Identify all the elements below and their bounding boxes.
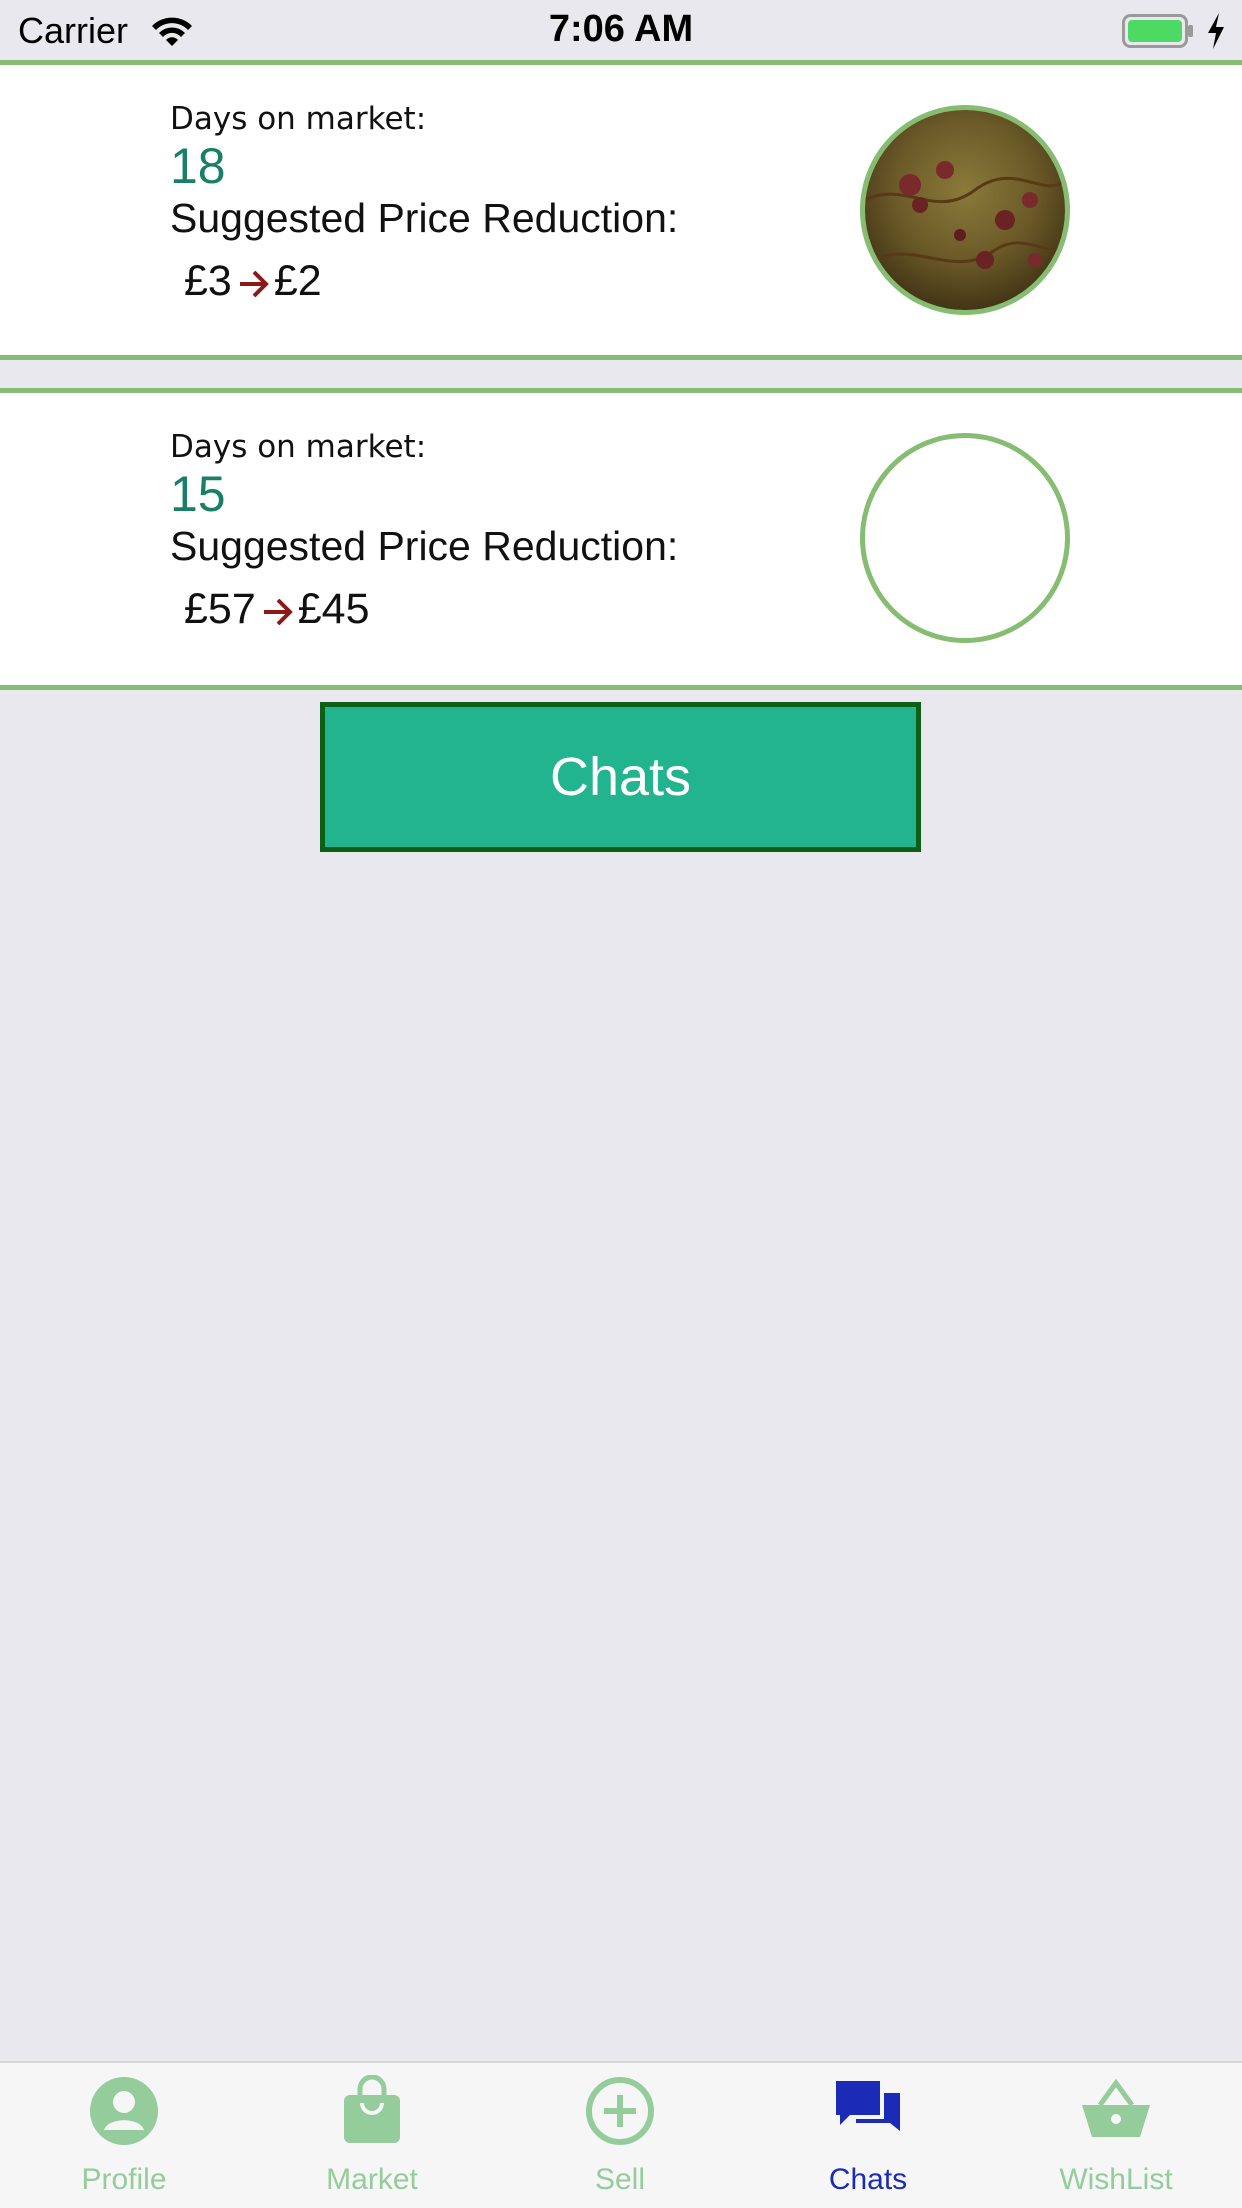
listing-card[interactable]: Days on market: 15 Suggested Price Reduc… — [0, 388, 1242, 690]
days-on-market-value: 15 — [170, 466, 226, 522]
chats-button[interactable]: Chats — [320, 702, 921, 852]
tab-label: WishList — [1059, 2163, 1173, 2196]
tab-wishlist[interactable]: WishList — [992, 2063, 1240, 2208]
person-icon — [88, 2075, 160, 2147]
tab-market[interactable]: Market — [248, 2063, 496, 2208]
price-change: £57 £45 — [184, 585, 370, 634]
status-time: 7:06 AM — [548, 8, 694, 50]
bolt-icon — [1205, 12, 1227, 50]
shopping-bag-icon — [336, 2074, 408, 2147]
listing-photo-placeholder[interactable] — [860, 433, 1070, 643]
tab-label: Chats — [828, 2163, 908, 2196]
price-change: £3 £2 — [184, 257, 322, 306]
chat-bubbles-icon — [832, 2075, 904, 2147]
days-on-market-value: 18 — [170, 138, 226, 194]
arrow-right-icon — [260, 592, 296, 628]
tab-profile[interactable]: Profile — [0, 2063, 248, 2208]
old-price: £57 — [184, 585, 256, 633]
basket-icon — [1080, 2075, 1152, 2147]
tab-sell[interactable]: Sell — [496, 2063, 744, 2208]
new-price: £45 — [297, 585, 370, 633]
tab-label: Market — [326, 2163, 418, 2196]
listing-photo[interactable] — [860, 105, 1070, 315]
new-price: £2 — [273, 257, 322, 305]
days-on-market-label: Days on market: — [170, 101, 427, 137]
old-price: £3 — [184, 257, 232, 305]
tab-bar: Profile Market Sell Chats WishList — [0, 2061, 1242, 2208]
days-on-market-label: Days on market: — [170, 429, 427, 465]
arrow-right-icon — [236, 264, 272, 300]
status-bar: Carrier 7:06 AM — [0, 0, 1242, 62]
plus-circle-icon — [584, 2075, 656, 2147]
listing-card[interactable]: Days on market: 18 Suggested Price Reduc… — [0, 60, 1242, 360]
battery-icon — [1122, 14, 1194, 48]
price-reduction-label: Suggested Price Reduction: — [170, 523, 679, 569]
price-reduction-label: Suggested Price Reduction: — [170, 195, 679, 241]
tab-chats[interactable]: Chats — [744, 2063, 992, 2208]
tab-label: Profile — [81, 2163, 167, 2196]
tab-label: Sell — [594, 2163, 646, 2196]
